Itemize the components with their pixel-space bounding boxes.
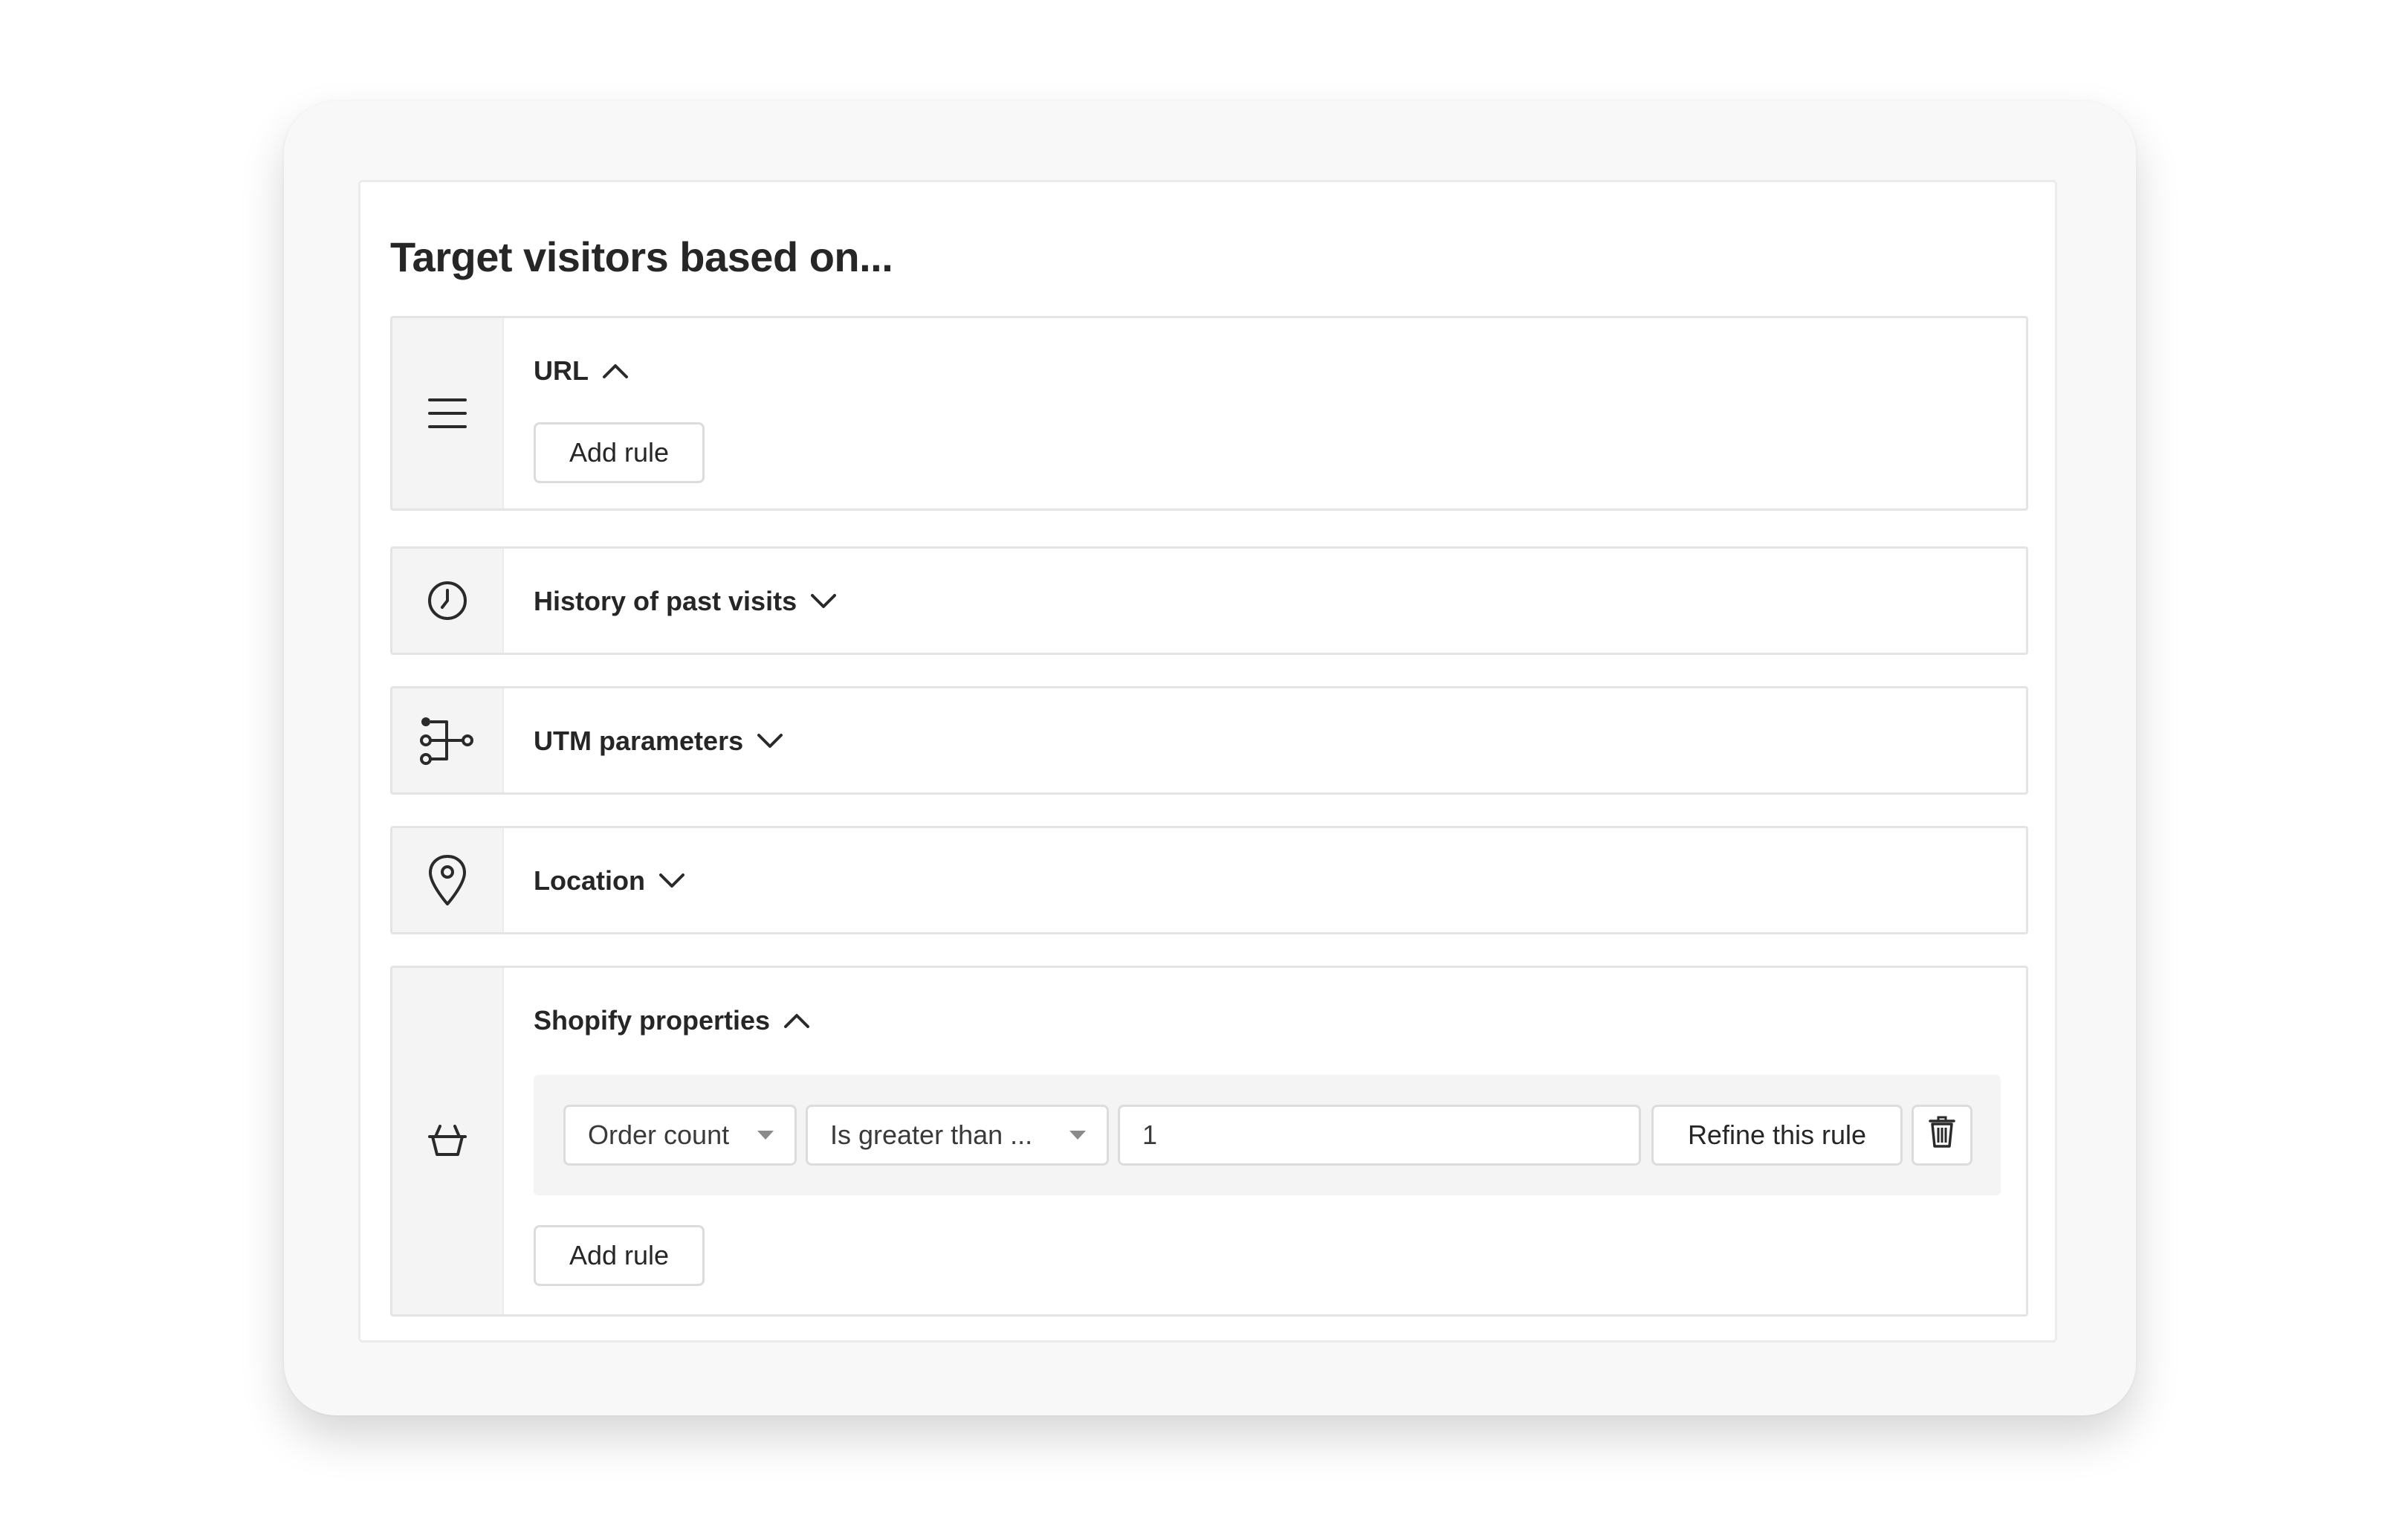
section-toggle-location[interactable]: Location xyxy=(534,865,685,897)
menu-lines-icon xyxy=(428,395,467,431)
value-input[interactable]: 1 xyxy=(1118,1105,1641,1166)
section-toggle-shopify[interactable]: Shopify properties xyxy=(534,1005,810,1036)
clock-icon xyxy=(427,580,468,621)
chevron-down-icon xyxy=(658,873,685,889)
section-title: URL xyxy=(534,355,589,386)
operator-select[interactable]: Is greater than ... xyxy=(806,1105,1109,1166)
property-select-value: Order count xyxy=(588,1120,730,1150)
delete-rule-button[interactable] xyxy=(1912,1105,1972,1166)
add-rule-button-url[interactable]: Add rule xyxy=(534,422,705,483)
section-history: History of past visits xyxy=(390,546,2028,655)
caret-down-icon xyxy=(757,1131,774,1140)
section-icon-column xyxy=(392,968,504,1314)
chevron-down-icon xyxy=(810,593,837,610)
section-toggle-history[interactable]: History of past visits xyxy=(534,586,837,617)
section-body: History of past visits xyxy=(504,549,2026,653)
property-select[interactable]: Order count xyxy=(563,1105,797,1166)
section-body: UTM parameters xyxy=(504,688,2026,792)
operator-select-value: Is greater than ... xyxy=(830,1120,1033,1150)
value-input-text: 1 xyxy=(1142,1120,1158,1150)
section-icon-column xyxy=(392,828,504,932)
basket-icon xyxy=(427,1123,468,1159)
chevron-up-icon xyxy=(783,1012,810,1029)
section-location: Location xyxy=(390,826,2028,934)
page-title: Target visitors based on... xyxy=(390,233,893,280)
device-frame: Target visitors based on... URL Add rule… xyxy=(284,101,2136,1415)
add-rule-button-shopify[interactable]: Add rule xyxy=(534,1225,705,1286)
section-body: Location xyxy=(504,828,2026,932)
section-icon-column xyxy=(392,688,504,792)
section-title: Shopify properties xyxy=(534,1005,771,1036)
chevron-up-icon xyxy=(602,363,629,379)
section-icon-column xyxy=(392,318,504,508)
rule-row: Order count Is greater than ... 1 Refine… xyxy=(534,1075,2001,1195)
section-icon-column xyxy=(392,549,504,653)
branch-icon xyxy=(420,716,475,765)
map-pin-icon xyxy=(427,853,467,907)
targeting-panel: Target visitors based on... URL Add rule… xyxy=(358,180,2057,1343)
caret-down-icon xyxy=(1069,1131,1086,1140)
refine-rule-button[interactable]: Refine this rule xyxy=(1651,1105,1903,1166)
section-body: URL Add rule xyxy=(504,318,2026,508)
section-title: UTM parameters xyxy=(534,726,744,756)
section-title: History of past visits xyxy=(534,586,797,616)
trash-icon xyxy=(1929,1116,1955,1155)
section-toggle-url[interactable]: URL xyxy=(534,355,629,387)
section-toggle-utm[interactable]: UTM parameters xyxy=(534,726,783,757)
section-title: Location xyxy=(534,865,645,896)
chevron-down-icon xyxy=(757,733,783,749)
section-utm: UTM parameters xyxy=(390,686,2028,795)
section-shopify: Shopify properties Order count Is greate… xyxy=(390,966,2028,1317)
section-body: Shopify properties Order count Is greate… xyxy=(504,968,2026,1314)
section-url: URL Add rule xyxy=(390,316,2028,511)
